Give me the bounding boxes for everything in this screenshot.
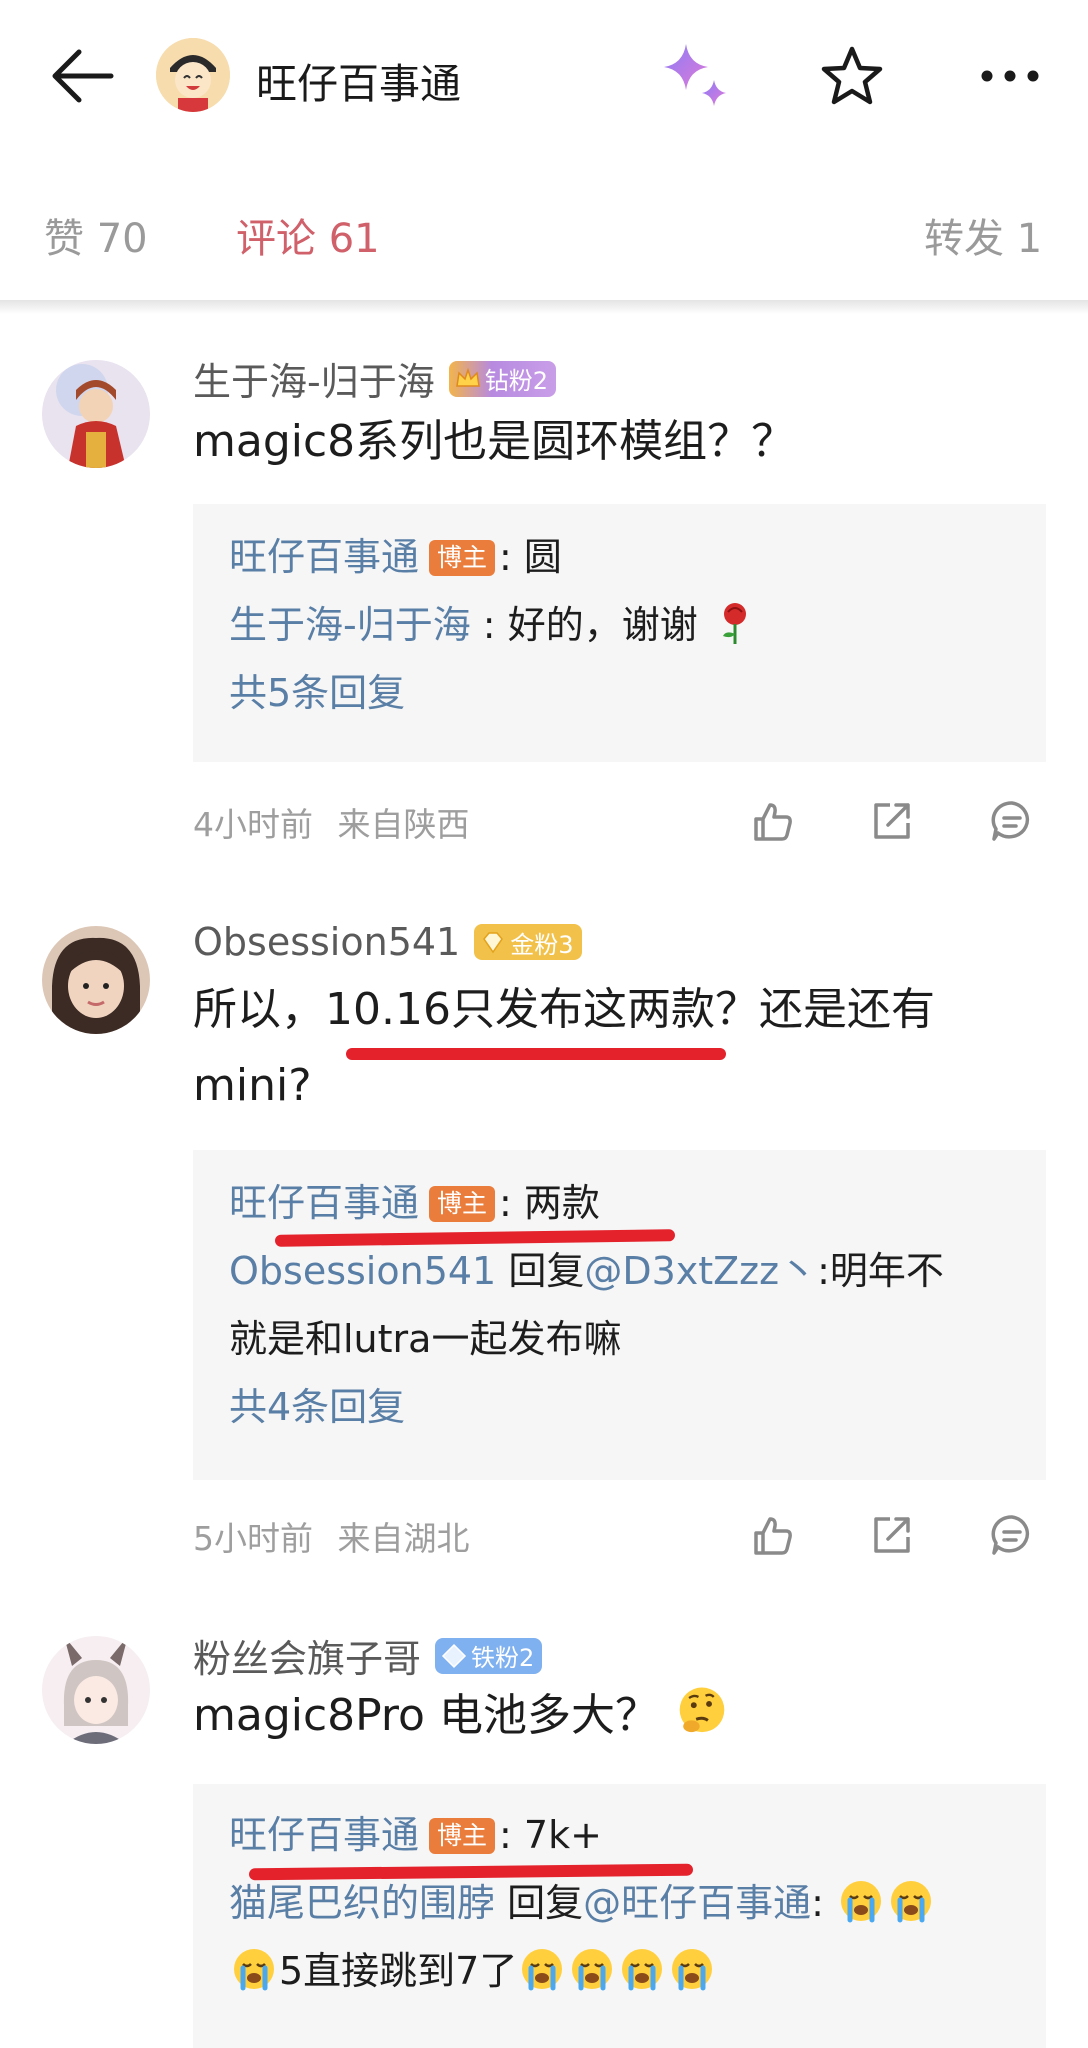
reply-text: 就是和lutra一起发布嘛 — [229, 1317, 622, 1361]
reply-item[interactable]: 猫尾巴织的围脖 回复@旺仔百事通: — [229, 1878, 936, 1928]
annotation-underline — [346, 1048, 726, 1060]
reply-text: 两款 — [511, 1181, 600, 1225]
comment-text-part: 所以， — [193, 984, 325, 1035]
star-icon[interactable] — [814, 38, 890, 114]
commenter-username[interactable]: 生于海-归于海 钻粉2 — [193, 351, 556, 406]
reply-item[interactable]: Obsession541 回复@D3xtZzz丶:明年不 — [229, 1246, 944, 1296]
reply-text: : — [811, 1881, 824, 1925]
crying-emoji-icon — [841, 1881, 882, 1923]
like-icon[interactable] — [748, 1511, 796, 1559]
reply-separator: : — [499, 1181, 512, 1225]
more-options-icon[interactable] — [970, 46, 1050, 106]
like-icon[interactable] — [748, 797, 796, 845]
comment-text-part: 10.16只发布这两款 — [325, 984, 715, 1035]
comment-meta: 4小时前 来自陕西 — [193, 798, 470, 846]
reply-box[interactable]: 旺仔百事通 博主: 圆 生于海-归于海 : 好的，谢谢 共5条回复 — [193, 504, 1046, 762]
fan-badge-diamond: 钻粉2 — [448, 360, 556, 397]
page-title: 旺仔百事通 — [256, 60, 461, 108]
comment-text: magic8Pro 电池多大？ — [193, 1678, 1043, 1754]
reply-author[interactable]: 生于海-归于海 — [229, 603, 471, 647]
reply-author[interactable]: 旺仔百事通 — [229, 1181, 419, 1225]
reply-mention[interactable]: @D3xtZzz丶 — [584, 1249, 817, 1293]
commenter-username[interactable]: 粉丝会旗子哥 铁粉2 — [193, 1628, 543, 1683]
reply-author[interactable]: 旺仔百事通 — [229, 1813, 419, 1857]
top-bar: 旺仔百事通 — [0, 0, 1088, 150]
thinking-emoji-icon — [679, 1687, 725, 1733]
crying-emoji-icon — [672, 1949, 713, 1991]
author-badge: 博主 — [429, 540, 496, 576]
commenter-username[interactable]: Obsession541 金粉3 — [193, 920, 582, 964]
commenter-avatar[interactable] — [42, 926, 150, 1034]
fan-badge-label: 金粉3 — [510, 930, 574, 959]
reply-item-continued: 就是和lutra一起发布嘛 — [229, 1314, 621, 1364]
reply-text: 7k+ — [511, 1813, 602, 1857]
tab-likes[interactable]: 赞 70 — [44, 206, 148, 264]
reply-author[interactable]: 旺仔百事通 — [229, 535, 419, 579]
commenter-avatar[interactable] — [42, 360, 150, 468]
crying-emoji-icon — [572, 1949, 613, 1991]
reply-item[interactable]: 旺仔百事通 博主: 7k+ — [229, 1810, 602, 1860]
reply-author[interactable]: 猫尾巴织的围脖 — [229, 1881, 495, 1925]
comment-time: 5小时前 — [193, 1519, 313, 1558]
reply-box[interactable]: 旺仔百事通 博主: 两款 Obsession541 回复@D3xtZzz丶:明年不… — [193, 1150, 1046, 1480]
annotation-underline — [274, 1229, 676, 1247]
reply-separator: : — [499, 1813, 512, 1857]
comment-location: 来自陕西 — [337, 805, 470, 844]
comment-icon[interactable] — [988, 1511, 1036, 1559]
gem-icon — [483, 932, 504, 954]
crown-icon — [455, 367, 480, 387]
crying-emoji-icon — [622, 1949, 663, 1991]
share-icon[interactable] — [868, 797, 916, 845]
reply-item-continued: 5直接跳到7了 — [229, 1946, 717, 1996]
username-text: 生于海-归于海 — [193, 360, 435, 404]
reply-item[interactable]: 生于海-归于海 : 好的，谢谢 — [229, 600, 760, 650]
reply-mention[interactable]: @旺仔百事通 — [583, 1881, 811, 1925]
crying-emoji-icon — [522, 1949, 563, 1991]
tabs-divider — [0, 300, 1088, 314]
comment-text-part: magic8Pro 电池多大？ — [193, 1690, 659, 1741]
reply-separator: : — [470, 603, 496, 647]
crying-emoji-icon — [891, 1881, 932, 1923]
author-badge: 博主 — [429, 1818, 496, 1854]
reply-item[interactable]: 旺仔百事通 博主: 两款 — [229, 1178, 600, 1228]
reply-box[interactable]: 旺仔百事通 博主: 7k+ 猫尾巴织的围脖 回复@旺仔百事通: 5直接跳到7了 — [193, 1784, 1046, 2048]
reply-text: :明年不 — [817, 1249, 944, 1293]
tab-reposts[interactable]: 转发 1 — [924, 206, 1042, 264]
view-all-replies-link[interactable]: 共5条回复 — [229, 668, 405, 718]
comment-meta: 5小时前 来自湖北 — [193, 1512, 470, 1560]
reply-separator: : — [499, 535, 512, 579]
fan-badge-gold: 金粉3 — [474, 924, 582, 960]
commenter-avatar[interactable] — [42, 1636, 150, 1744]
reply-author[interactable]: Obsession541 — [229, 1249, 496, 1293]
author-badge: 博主 — [429, 1186, 496, 1222]
crying-emoji-icon — [234, 1949, 274, 1991]
comment-location: 来自湖北 — [337, 1519, 470, 1558]
reply-text: 回复 — [496, 1249, 585, 1293]
comment-icon[interactable] — [988, 797, 1036, 845]
reply-text: 回复 — [495, 1881, 584, 1925]
comment-time: 4小时前 — [193, 805, 313, 844]
share-icon[interactable] — [868, 1511, 916, 1559]
reply-item[interactable]: 旺仔百事通 博主: 圆 — [229, 532, 562, 582]
username-text: Obsession541 — [193, 920, 461, 964]
reply-text: 好的，谢谢 — [495, 603, 698, 647]
fan-badge-iron: 铁粉2 — [435, 1637, 543, 1674]
view-all-replies-link[interactable]: 共4条回复 — [229, 1382, 405, 1432]
comment-text: magic8系列也是圆环模组？？ — [193, 416, 796, 467]
reply-text: 圆 — [511, 535, 562, 579]
back-arrow-icon[interactable] — [42, 40, 122, 112]
fan-badge-label: 钻粉2 — [484, 367, 548, 395]
tab-comments[interactable]: 评论 61 — [236, 206, 380, 264]
username-text: 粉丝会旗子哥 — [193, 1637, 422, 1681]
ai-sparkle-icon[interactable] — [656, 36, 736, 116]
fan-badge-label: 铁粉2 — [471, 1644, 535, 1672]
reply-text: 5直接跳到7了 — [279, 1949, 518, 1993]
diamond-icon — [441, 1643, 467, 1668]
author-avatar[interactable] — [156, 38, 230, 112]
rose-emoji-icon — [722, 603, 746, 644]
tab-bar: 赞 70 评论 61 转发 1 — [0, 150, 1088, 300]
